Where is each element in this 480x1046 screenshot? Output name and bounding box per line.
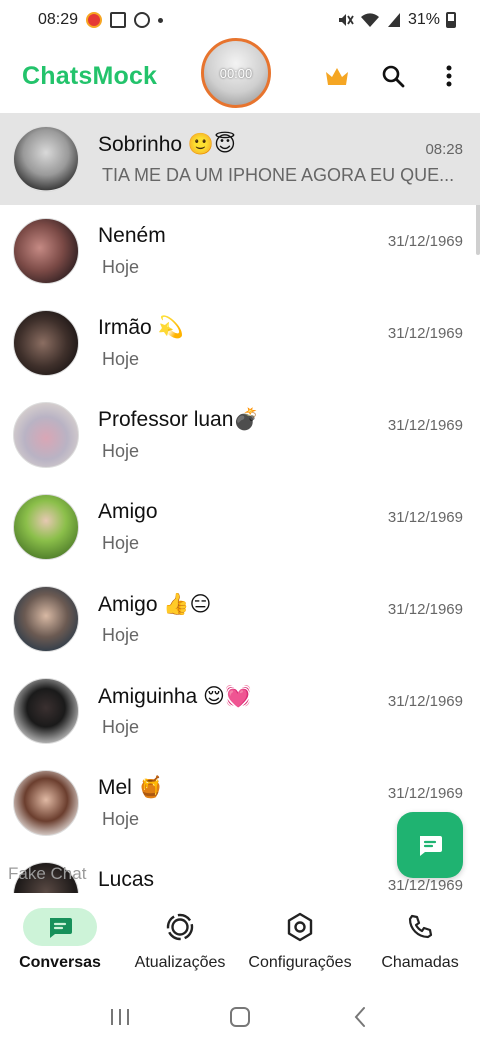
avatar: [13, 770, 79, 836]
nav-label: Conversas: [19, 954, 101, 971]
bottom-navigation: Conversas Atualizações Configurações Cha…: [0, 893, 480, 987]
avatar: [13, 494, 79, 560]
app-header: ChatsMock 00:00: [0, 38, 480, 112]
pinterest-icon: [134, 12, 151, 28]
nav-configuracoes[interactable]: Configurações: [240, 893, 360, 987]
chat-time: 31/12/1969: [387, 877, 463, 893]
more-notifications-icon: [158, 17, 164, 23]
status-bar: 08:29 31%: [0, 0, 480, 40]
chat-preview: Hoje: [102, 441, 140, 461]
avatar: [13, 678, 79, 744]
chat-row[interactable]: Amigo 👍😑 Hoje 31/12/1969: [0, 573, 480, 665]
crown-icon: [326, 68, 348, 85]
chat-time: 31/12/1969: [387, 693, 463, 710]
chat-icon: [50, 918, 72, 938]
app-title: ChatsMock: [22, 61, 158, 90]
recent-apps-button[interactable]: [105, 1002, 135, 1032]
chat-preview: Hoje: [102, 533, 140, 553]
chat-preview: Hoje: [102, 717, 140, 737]
chat-time: 31/12/1969: [387, 325, 463, 342]
chat-name: Sobrinho 🙂😇: [98, 133, 236, 156]
capcut-icon: [110, 12, 127, 28]
chat-name: Irmão 💫: [98, 316, 184, 339]
avatar: [13, 402, 79, 468]
chat-preview: TIA ME DA UM IPHONE AGORA EU QUE...: [102, 165, 455, 185]
watermark: Fake Chat: [8, 864, 87, 883]
recording-bubble[interactable]: 00:00: [201, 38, 271, 108]
back-button[interactable]: [345, 1002, 375, 1032]
recent-apps-icon: [111, 1008, 129, 1025]
new-chat-icon: [420, 836, 442, 856]
nav-label: Chamadas: [381, 954, 459, 971]
chat-name: Lucas: [98, 868, 155, 891]
chat-name: Professor luan💣: [98, 408, 260, 431]
chat-name: Neném: [98, 224, 166, 247]
battery-icon: [446, 12, 456, 28]
chat-name: Amigo 👍😑: [98, 593, 212, 616]
nav-label: Atualizações: [134, 954, 226, 971]
chat-time: 31/12/1969: [387, 417, 463, 434]
kebab-menu-icon: [446, 65, 452, 87]
search-icon: [382, 65, 405, 88]
chat-time: 31/12/1969: [387, 785, 463, 802]
chat-time: 31/12/1969: [387, 233, 463, 250]
premium-button[interactable]: [324, 63, 350, 89]
screen-record-icon: [86, 12, 103, 28]
avatar: [13, 310, 79, 376]
chat-preview: Hoje: [102, 625, 140, 645]
search-button[interactable]: [380, 63, 406, 89]
settings-icon: [287, 912, 313, 942]
nav-chamadas[interactable]: Chamadas: [360, 893, 480, 987]
status-icon: [166, 913, 194, 941]
wifi-icon: [360, 13, 379, 27]
nav-label: Configurações: [248, 954, 352, 971]
recording-timer: 00:00: [219, 65, 253, 81]
system-navigation: [0, 987, 480, 1046]
phone-icon: [408, 914, 433, 939]
chat-time: 31/12/1969: [387, 509, 463, 526]
mute-icon: [338, 14, 354, 26]
chat-preview: Hoje: [102, 809, 140, 829]
more-options-button[interactable]: [436, 63, 462, 89]
home-button[interactable]: [225, 1002, 255, 1032]
chat-time: 08:28: [425, 141, 463, 158]
avatar: [13, 586, 79, 652]
chat-row[interactable]: Amiguinha 😌💓 Hoje 31/12/1969: [0, 665, 480, 757]
chat-row[interactable]: Professor luan💣 Hoje 31/12/1969: [0, 389, 480, 481]
nav-conversas[interactable]: Conversas: [0, 893, 120, 987]
chat-row[interactable]: Irmão 💫 Hoje 31/12/1969: [0, 297, 480, 389]
chat-preview: Hoje: [102, 257, 140, 277]
nav-atualizacoes[interactable]: Atualizações: [120, 893, 240, 987]
chat-row[interactable]: Neném Hoje 31/12/1969: [0, 205, 480, 297]
avatar: [13, 126, 79, 192]
chat-name: Amiguinha 😌💓: [98, 685, 252, 708]
home-icon: [230, 1006, 250, 1027]
back-icon: [354, 1006, 365, 1027]
chat-name: Amigo: [98, 500, 158, 523]
chat-row[interactable]: Sobrinho 🙂😇 TIA ME DA UM IPHONE AGORA EU…: [0, 113, 480, 205]
status-time: 08:29: [38, 11, 79, 28]
battery-percent: 31%: [407, 11, 440, 28]
chat-time: 31/12/1969: [387, 601, 463, 618]
chat-preview: Hoje: [102, 349, 140, 369]
chat-list: Sobrinho 🙂😇 TIA ME DA UM IPHONE AGORA EU…: [0, 113, 480, 893]
chat-row[interactable]: Amigo Hoje 31/12/1969: [0, 481, 480, 573]
new-chat-button[interactable]: [397, 812, 463, 878]
chat-name: Mel 🍯: [98, 776, 164, 799]
avatar: [13, 218, 79, 284]
signal-icon: [387, 13, 400, 27]
